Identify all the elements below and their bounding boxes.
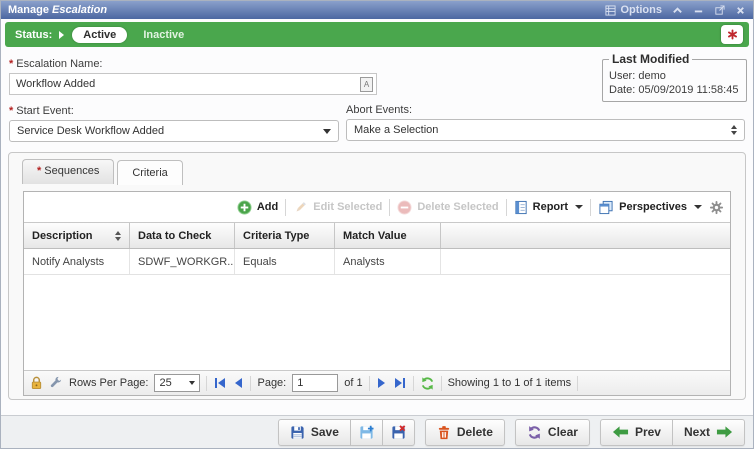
chevron-down-icon: [189, 381, 195, 385]
edit-selected-button[interactable]: Edit Selected: [293, 200, 382, 215]
refresh-icon[interactable]: [420, 376, 435, 391]
save-new-icon: [359, 425, 374, 440]
required-fields-badge[interactable]: [721, 25, 743, 44]
grid-empty-space: [24, 275, 730, 370]
cell-empty: [441, 249, 730, 274]
perspectives-button[interactable]: Perspectives: [598, 200, 702, 215]
prev-page-button[interactable]: [233, 377, 244, 389]
sort-icon[interactable]: [115, 231, 121, 241]
text-tools-icon[interactable]: A: [360, 77, 373, 92]
start-event-select[interactable]: Service Desk Workflow Added: [9, 120, 339, 142]
window-title: Manage Escalation: [8, 4, 107, 16]
table-row[interactable]: Notify Analysts SDWF_WORKGR... Equals An…: [24, 249, 730, 275]
status-active-toggle[interactable]: Active: [72, 27, 127, 43]
page-input[interactable]: [292, 374, 338, 392]
chevron-down-icon: [323, 129, 331, 134]
cell-match-value: Analysts: [335, 249, 441, 274]
chevron-down-icon: [694, 205, 702, 209]
save-button-group: Save: [278, 419, 415, 446]
save-button[interactable]: Save: [278, 419, 351, 446]
first-page-button[interactable]: [213, 377, 227, 389]
start-event-value: Service Desk Workflow Added: [17, 125, 323, 137]
last-modified-fieldset: Last Modified User: demo Date: 05/09/201…: [602, 52, 747, 102]
grid-settings-button[interactable]: [709, 200, 724, 215]
save-new-button[interactable]: [351, 419, 383, 446]
page-label: Page:: [257, 377, 286, 389]
criteria-grid: Add Edit Selected Delete Selected Report: [23, 191, 731, 396]
tab-container: *Sequences Criteria Add Edit Selected De…: [8, 152, 746, 400]
asterisk-icon: [727, 29, 738, 40]
abort-events-value: Make a Selection: [354, 124, 731, 136]
add-plus-icon: [237, 200, 252, 215]
pencil-icon: [293, 200, 308, 215]
wrench-icon[interactable]: [49, 376, 63, 390]
prev-next-group: Prev Next: [600, 419, 745, 446]
next-button[interactable]: Next: [673, 419, 745, 446]
options-grid-icon: [605, 5, 616, 16]
grid-header-row: Description Data to Check Criteria Type …: [24, 222, 730, 249]
cell-data-to-check: SDWF_WORKGR...: [130, 249, 235, 274]
trash-icon: [437, 425, 451, 440]
action-bar: Save Delete Clear Prev Next: [1, 415, 753, 448]
column-header-data-to-check[interactable]: Data to Check: [130, 223, 235, 248]
popout-icon[interactable]: [714, 5, 725, 16]
save-close-button[interactable]: [383, 419, 415, 446]
last-page-button[interactable]: [393, 377, 407, 389]
page-of-text: of 1: [344, 377, 362, 389]
delete-selected-button[interactable]: Delete Selected: [397, 200, 498, 215]
abort-events-select[interactable]: Make a Selection: [346, 119, 745, 141]
column-header-criteria-type[interactable]: Criteria Type: [235, 223, 335, 248]
tab-criteria[interactable]: Criteria: [117, 160, 182, 185]
report-icon: [514, 200, 528, 215]
updown-arrows-icon: [731, 125, 737, 135]
add-button[interactable]: Add: [237, 200, 278, 215]
status-caret-icon: [59, 31, 64, 39]
chevron-down-icon: [575, 205, 583, 209]
status-label: Status:: [15, 29, 52, 41]
content-spacer: [1, 400, 753, 415]
prev-button[interactable]: Prev: [600, 419, 673, 446]
save-close-icon: [391, 425, 406, 440]
arrow-right-icon: [716, 425, 733, 439]
collapse-icon[interactable]: [672, 5, 683, 16]
clear-button[interactable]: Clear: [515, 419, 590, 446]
column-header-match-value[interactable]: Match Value: [335, 223, 441, 248]
status-inactive-toggle[interactable]: Inactive: [143, 29, 184, 41]
column-header-description[interactable]: Description: [24, 223, 130, 248]
lock-icon[interactable]: [30, 376, 43, 390]
tab-sequences[interactable]: *Sequences: [22, 159, 114, 184]
escalation-name-input[interactable]: [9, 73, 377, 95]
last-modified-user: User: demo: [609, 70, 740, 82]
options-label: Options: [620, 4, 662, 16]
rows-per-page-label: Rows Per Page:: [69, 377, 148, 389]
cell-criteria-type: Equals: [235, 249, 335, 274]
title-bar: Manage Escalation Options: [1, 1, 753, 19]
manage-escalation-window: Manage Escalation Options Status: Active…: [0, 0, 754, 449]
close-icon[interactable]: [735, 5, 746, 16]
next-page-button[interactable]: [376, 377, 387, 389]
rows-per-page-select[interactable]: 25: [154, 374, 200, 392]
perspectives-icon: [598, 200, 614, 215]
minus-circle-icon: [397, 200, 412, 215]
gear-icon: [709, 200, 724, 215]
options-button[interactable]: Options: [605, 4, 662, 16]
last-modified-date: Date: 05/09/2019 11:58:45: [609, 84, 740, 96]
showing-items-text: Showing 1 to 1 of 1 items: [448, 377, 572, 389]
minimize-icon[interactable]: [693, 5, 704, 16]
save-icon: [290, 425, 305, 440]
clear-icon: [527, 425, 542, 440]
grid-footer: Rows Per Page: 25 Page: of 1 Showing 1: [24, 370, 730, 395]
report-button[interactable]: Report: [514, 200, 583, 215]
tab-strip: *Sequences Criteria: [9, 153, 745, 184]
arrow-left-icon: [612, 425, 629, 439]
last-modified-legend: Last Modified: [609, 52, 692, 66]
status-bar: Status: Active Inactive: [5, 22, 749, 47]
grid-toolbar: Add Edit Selected Delete Selected Report: [24, 192, 730, 222]
escalation-form: *Escalation Name: A *Start Event: Servic…: [1, 50, 753, 150]
column-header-empty: [441, 223, 730, 248]
delete-button[interactable]: Delete: [425, 419, 505, 446]
cell-description: Notify Analysts: [24, 249, 130, 274]
abort-events-label: Abort Events:: [346, 104, 745, 116]
